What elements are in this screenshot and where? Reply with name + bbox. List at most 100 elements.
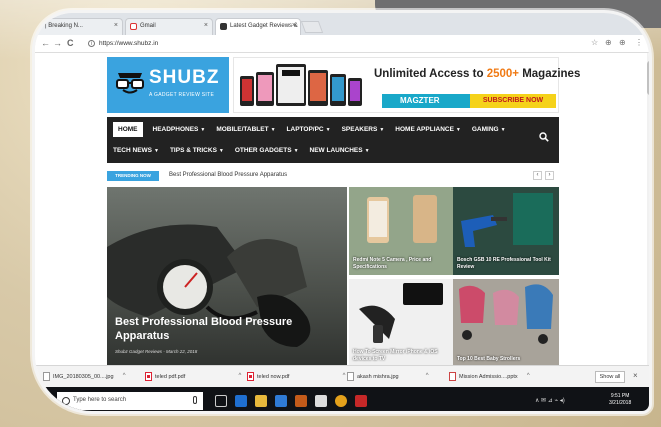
nav-label: GAMING — [471, 125, 499, 133]
download-item[interactable]: akash mishra.jpg ^ — [345, 370, 429, 384]
trending-link[interactable]: Best Professional Blood Pressure Apparat… — [169, 172, 287, 178]
back-arrow-icon[interactable]: ← — [41, 38, 50, 48]
chevron-up-icon[interactable]: ^ — [527, 373, 530, 379]
nav-item-tech-news[interactable]: TECH NEWS ▼ — [113, 147, 159, 154]
featured-post[interactable]: Best Professional Blood Pressure Apparat… — [107, 187, 347, 365]
nav-label: LAPTOP/PC — [286, 125, 324, 133]
extension-icon[interactable]: ⊕ — [605, 38, 612, 47]
caret-down-icon: ▼ — [200, 126, 206, 133]
download-item[interactable]: teled pdf.pdf ^ — [143, 370, 241, 384]
search-icon[interactable] — [539, 132, 549, 142]
nav-label: NEW LAUNCHES — [309, 146, 363, 154]
menu-kebab-icon[interactable]: ⋮ — [635, 38, 643, 47]
close-icon[interactable]: × — [204, 22, 208, 29]
caret-down-icon: ▼ — [500, 126, 506, 133]
devices-image — [240, 64, 362, 106]
nav-item-gaming[interactable]: GAMING ▼ — [472, 126, 506, 133]
clock-time: 9:51 PM — [610, 393, 630, 399]
reload-icon[interactable]: C — [67, 38, 74, 48]
caret-down-icon: ▼ — [270, 126, 276, 133]
edge-icon[interactable] — [235, 395, 247, 407]
tab-news[interactable]: e | Breaking N... × — [35, 18, 123, 35]
microphone-icon[interactable] — [193, 396, 197, 404]
windows-taskbar: Type here to search ∧ ✉ ⊿ ⌁ ◂) 9:51 PM 3… — [35, 387, 649, 411]
chrome-icon[interactable] — [335, 395, 347, 407]
download-item[interactable]: teled now.pdf ^ — [245, 370, 345, 384]
nav-label: MOBILE/TABLET — [216, 125, 269, 133]
close-icon[interactable]: × — [292, 22, 296, 29]
chevron-up-icon[interactable]: ^ — [426, 373, 429, 379]
subscribe-label: SUBSCRIBE NOW — [482, 97, 544, 104]
nav-label: OTHER GADGETS — [234, 146, 292, 154]
next-arrow-icon[interactable]: › — [545, 171, 554, 180]
caret-down-icon: ▼ — [325, 126, 331, 133]
app-icon[interactable] — [295, 395, 307, 407]
task-view-icon[interactable] — [215, 395, 227, 407]
caret-down-icon: ▼ — [455, 126, 461, 133]
page-scrollbar-thumb[interactable] — [647, 61, 649, 95]
new-tab-button[interactable] — [300, 21, 324, 33]
tile-title: Redmi Note 5 Camera , Price and Specific… — [353, 257, 432, 270]
strollers-image — [453, 279, 559, 365]
nav-item-home[interactable]: HOME — [113, 121, 143, 137]
download-label: teled pdf.pdf — [155, 374, 186, 380]
system-tray-icons[interactable]: ∧ ✉ ⊿ ⌁ ◂) — [535, 397, 565, 404]
bookmark-star-icon[interactable]: ☆ — [591, 38, 598, 47]
nav-item-other-gadgets[interactable]: OTHER GADGETS ▼ — [235, 147, 299, 154]
file-explorer-icon[interactable] — [255, 395, 267, 407]
chevron-up-icon[interactable]: ^ — [238, 373, 241, 379]
caret-down-icon: ▼ — [364, 147, 370, 154]
shubz-favicon-icon — [220, 23, 227, 30]
nav-item-mobile-tablet[interactable]: MOBILE/TABLET ▼ — [216, 126, 275, 133]
ad-headline: Unlimited Access to 2500+ Magazines — [374, 68, 580, 80]
post-tile-redmi[interactable]: Redmi Note 5 Camera , Price and Specific… — [349, 187, 455, 275]
nav-item-tips-tricks[interactable]: TIPS & TRICKS ▼ — [170, 147, 224, 154]
pptx-file-icon — [449, 372, 456, 381]
nav-item-laptop-pc[interactable]: LAPTOP/PC ▼ — [287, 126, 331, 133]
cortana-icon — [62, 397, 70, 405]
pdf-file-icon — [247, 372, 254, 381]
taskbar-search-input[interactable]: Type here to search — [57, 392, 203, 410]
prev-arrow-icon[interactable]: ‹ — [533, 171, 542, 180]
magzter-ad-banner[interactable]: Unlimited Access to 2500+ Magazines MAGZ… — [233, 57, 580, 113]
url-text: https://www.shubz.in — [99, 40, 159, 47]
nav-row-primary: HOME HEADPHONES ▼ MOBILE/TABLET ▼ LAPTOP/P… — [113, 120, 517, 138]
ad-headline-highlight: 2500+ — [486, 68, 519, 80]
chevron-up-icon[interactable]: ^ — [123, 373, 126, 379]
post-tile-bosch[interactable]: Bosch GSB 10 RE Professional Tool Kit Re… — [453, 187, 559, 275]
close-icon[interactable]: × — [633, 371, 638, 380]
app-icon[interactable] — [355, 395, 367, 407]
extension-icon[interactable]: ⊕ — [619, 38, 626, 47]
page-scrollbar-track[interactable] — [647, 53, 649, 365]
tab-shubz[interactable]: Latest Gadget Reviews & × — [215, 18, 301, 35]
post-tile-screen-mirror[interactable]: How To Screen Mirror iPhone & iOS device… — [349, 279, 455, 365]
nav-label: HOME APPLIANCE — [395, 125, 454, 133]
show-all-button[interactable]: Show all — [595, 371, 625, 383]
nerd-glasses-icon — [116, 73, 144, 94]
info-icon[interactable]: i — [88, 40, 95, 47]
nav-label: SPEAKERS — [341, 125, 378, 133]
nav-item-new-launches[interactable]: NEW LAUNCHES ▼ — [310, 147, 370, 154]
subscribe-now-button[interactable]: SUBSCRIBE NOW — [470, 94, 556, 108]
forward-arrow-icon[interactable]: → — [53, 38, 62, 48]
nav-label: TECH NEWS — [113, 146, 152, 154]
close-icon[interactable]: × — [114, 22, 118, 29]
taskbar-clock[interactable]: 9:51 PM 3/21/2018 — [609, 393, 631, 407]
download-item[interactable]: IMG_20180305_00....jpg ^ — [41, 370, 126, 384]
post-tile-strollers[interactable]: Top 10 Best Baby Strollers — [453, 279, 559, 365]
tab-label: Gmail — [140, 23, 156, 29]
url-input[interactable]: i https://www.shubz.in — [85, 38, 585, 50]
trending-bar: TRENDING NOW Best Professional Blood Pre… — [107, 169, 559, 183]
featured-title[interactable]: Best Professional Blood Pressure Apparat… — [115, 315, 315, 343]
windows-start-icon[interactable] — [43, 397, 53, 407]
tab-gmail[interactable]: Gmail × — [125, 18, 213, 35]
download-item[interactable]: Mission Admissio....pptx ^ — [447, 370, 530, 384]
nav-item-home-appliance[interactable]: HOME APPLIANCE ▼ — [395, 126, 461, 133]
nav-item-speakers[interactable]: SPEAKERS ▼ — [342, 126, 385, 133]
store-icon[interactable] — [275, 395, 287, 407]
logo-name: SHUBZ — [149, 67, 220, 88]
site-logo[interactable]: SHUBZ A GADGET REVIEW SITE — [107, 57, 229, 113]
ad-headline-text: Unlimited Access to — [374, 68, 487, 80]
app-icon[interactable] — [315, 395, 327, 407]
nav-item-headphones[interactable]: HEADPHONES ▼ — [153, 126, 206, 133]
